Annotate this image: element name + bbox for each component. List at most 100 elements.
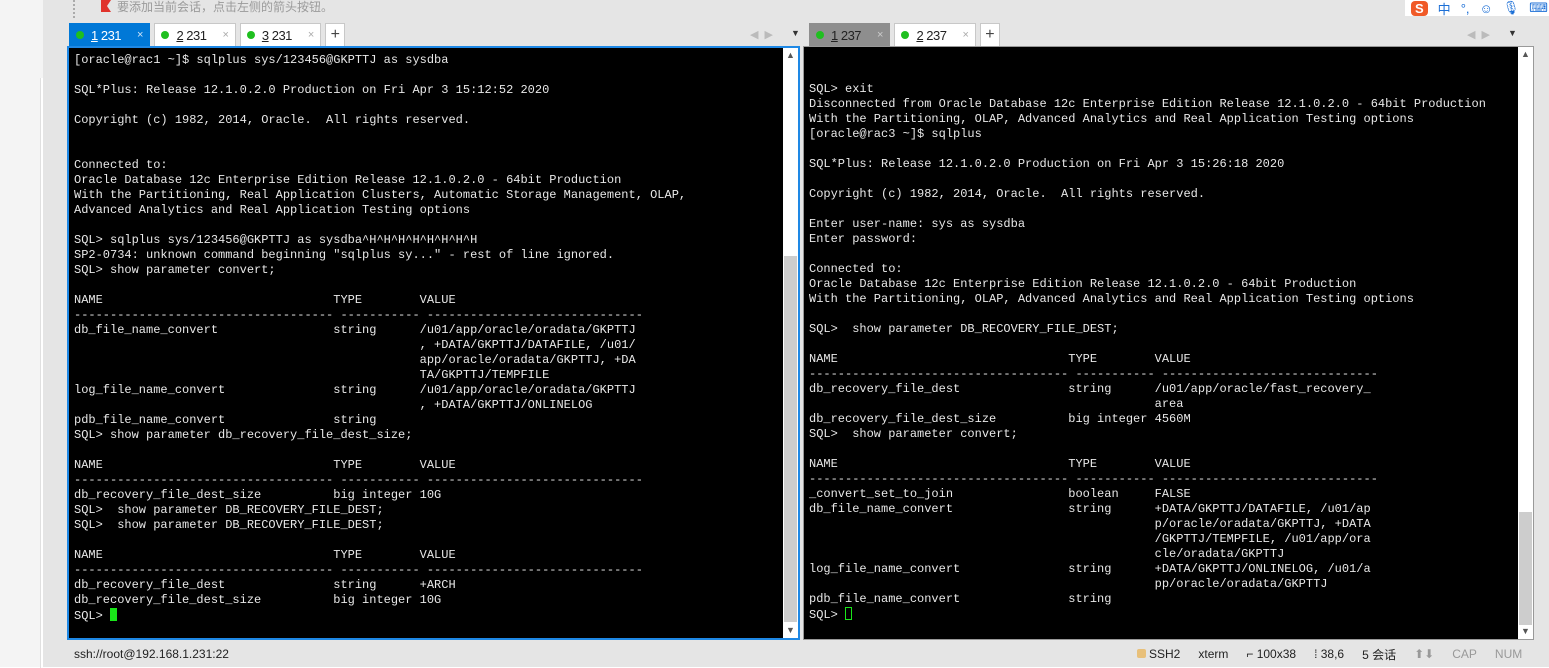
lock-icon bbox=[1137, 649, 1146, 658]
terminal-line: db_file_name_convert string /u01/app/ora… bbox=[74, 323, 636, 337]
left-terminal-pane[interactable]: [oracle@rac1 ~]$ sqlplus sys/123456@GKPT… bbox=[67, 46, 800, 640]
caps-lock-indicator: CAP bbox=[1452, 647, 1477, 661]
connected-status-icon bbox=[816, 31, 824, 39]
session-hint-text: 要添加当前会话，点击左侧的箭头按钮。 bbox=[117, 0, 334, 14]
sogou-logo: S bbox=[1411, 0, 1428, 16]
tab-session-3-231[interactable]: 3 231 × bbox=[239, 23, 322, 46]
tab-scroll-right-icon[interactable]: ▶ bbox=[764, 28, 772, 41]
cursor bbox=[845, 607, 853, 620]
terminal-line: Copyright (c) 1982, 2014, Oracle. All ri… bbox=[809, 187, 1206, 201]
terminal-line: ------------------------------------ ---… bbox=[809, 367, 1378, 381]
toolbar-grip bbox=[73, 0, 75, 18]
microphone-icon[interactable]: 🎙 bbox=[1503, 0, 1520, 16]
terminal-line: , +DATA/GKPTTJ/DATAFILE, /u01/ bbox=[74, 338, 636, 352]
terminal-size-label: 100x38 bbox=[1256, 647, 1297, 661]
terminal-line: app/oracle/oradata/GKPTTJ, +DA bbox=[74, 353, 636, 367]
left-tab-bar: 1 231 × 2 231 × 3 231 × + bbox=[69, 22, 346, 46]
terminal-line: db_recovery_file_dest_size big integer 4… bbox=[809, 412, 1191, 426]
terminal-line: NAME TYPE VALUE bbox=[809, 457, 1191, 471]
scroll-down-icon[interactable]: ▼ bbox=[1518, 624, 1533, 639]
terminal-line: log_file_name_convert string +DATA/GKPTT… bbox=[809, 562, 1371, 576]
terminal-line: SQL> sqlplus sys/123456@GKPTTJ as sysdba… bbox=[74, 233, 478, 247]
terminal-line: SQL> show parameter db_recovery_file_des… bbox=[74, 428, 413, 442]
terminal-line: /GKPTTJ/TEMPFILE, /u01/app/ora bbox=[809, 532, 1371, 546]
flag-icon bbox=[101, 0, 111, 12]
terminal-line: Oracle Database 12c Enterprise Edition R… bbox=[809, 277, 1357, 291]
terminal-line: Advanced Analytics and Real Application … bbox=[74, 203, 471, 217]
terminal-line: With the Partitioning, OLAP, Advanced An… bbox=[809, 292, 1414, 306]
terminal-line: ------------------------------------ ---… bbox=[809, 472, 1378, 486]
tab-list-dropdown-icon[interactable]: ▼ bbox=[791, 28, 800, 41]
terminal-output[interactable]: [oracle@rac1 ~]$ sqlplus sys/123456@GKPT… bbox=[74, 53, 686, 623]
tab-session-1-231[interactable]: 1 231 × bbox=[69, 23, 151, 46]
ime-mode[interactable]: 中 bbox=[1438, 0, 1451, 18]
add-tab-button[interactable]: + bbox=[979, 23, 1000, 46]
terminal-line: [oracle@rac3 ~]$ sqlplus bbox=[809, 127, 982, 141]
close-icon[interactable]: × bbox=[962, 29, 968, 41]
scrollbar-thumb[interactable] bbox=[784, 256, 797, 622]
terminal-line: SP2-0734: unknown command beginning "sql… bbox=[74, 248, 615, 262]
cursor-position: ⁞ 38,6 bbox=[1314, 647, 1344, 661]
terminal-line: pp/oracle/oradata/GKPTTJ bbox=[809, 577, 1328, 591]
terminal-line: ------------------------------------ ---… bbox=[74, 473, 643, 487]
cursor-pos-label: 38,6 bbox=[1320, 647, 1345, 661]
emoji-icon[interactable]: ☺ bbox=[1480, 1, 1493, 16]
tab-session-1-237[interactable]: 1 237 × bbox=[809, 23, 891, 46]
scroll-up-icon[interactable]: ▲ bbox=[1518, 47, 1533, 62]
terminal-line: SQL> show parameter convert; bbox=[74, 263, 276, 277]
background-page bbox=[0, 0, 43, 667]
left-scrollbar[interactable]: ▲ ▼ bbox=[783, 48, 798, 638]
ime-toolbar[interactable]: S 中 °, ☺ 🎙 ⌨ bbox=[1405, 0, 1549, 18]
terminal-line: db_recovery_file_dest string +ARCH bbox=[74, 578, 456, 592]
num-lock-indicator: NUM bbox=[1494, 647, 1523, 661]
arrow-up-down-icon[interactable]: ⬆⬇ bbox=[1414, 647, 1434, 661]
tab-label: 231 bbox=[183, 27, 207, 43]
terminal-line: NAME TYPE VALUE bbox=[74, 548, 456, 562]
tab-scroll-left-icon[interactable]: ◀ bbox=[750, 28, 758, 41]
prompt-line[interactable]: SQL> bbox=[809, 607, 1486, 622]
terminal-line: SQL> show parameter DB_RECOVERY_FILE_DES… bbox=[74, 518, 384, 532]
terminal-size: ⌐ 100x38 bbox=[1246, 647, 1296, 661]
tab-scroll-right-icon[interactable]: ▶ bbox=[1481, 28, 1489, 41]
terminal-line: NAME TYPE VALUE bbox=[809, 352, 1191, 366]
tab-scroll-left-icon[interactable]: ◀ bbox=[1467, 28, 1475, 41]
terminal-line: _convert_set_to_join boolean FALSE bbox=[809, 487, 1191, 501]
terminal-line: Copyright (c) 1982, 2014, Oracle. All ri… bbox=[74, 113, 471, 127]
tab-number: 1 bbox=[91, 27, 98, 43]
tab-number: 1 bbox=[831, 27, 838, 43]
terminal-line: NAME TYPE VALUE bbox=[74, 293, 456, 307]
terminal-output[interactable]: SQL> exit Disconnected from Oracle Databa… bbox=[809, 52, 1486, 622]
tab-session-2-237[interactable]: 2 237 × bbox=[894, 23, 976, 46]
close-icon[interactable]: × bbox=[137, 29, 143, 41]
close-icon[interactable]: × bbox=[308, 29, 314, 41]
scrollbar-thumb[interactable] bbox=[1519, 512, 1532, 625]
tab-list-dropdown-icon[interactable]: ▼ bbox=[1508, 28, 1517, 41]
connected-status-icon bbox=[246, 31, 255, 39]
scroll-down-icon[interactable]: ▼ bbox=[783, 623, 798, 638]
resize-icon: ⌐ bbox=[1246, 647, 1257, 661]
add-tab-button[interactable]: + bbox=[325, 23, 346, 46]
right-scrollbar[interactable]: ▲ ▼ bbox=[1518, 47, 1533, 639]
close-icon[interactable]: × bbox=[222, 29, 228, 41]
terminal-line: With the Partitioning, OLAP, Advanced An… bbox=[809, 112, 1414, 126]
session-hint-bar: 要添加当前会话，点击左侧的箭头按钮。 bbox=[101, 0, 333, 18]
terminal-line: cle/oradata/GKPTTJ bbox=[809, 547, 1285, 561]
tab-label: 237 bbox=[923, 27, 947, 43]
prompt-line[interactable]: SQL> bbox=[74, 608, 686, 623]
ime-punct[interactable]: °, bbox=[1461, 1, 1470, 16]
keyboard-icon[interactable]: ⌨ bbox=[1529, 0, 1548, 16]
right-terminal-pane[interactable]: SQL> exit Disconnected from Oracle Databa… bbox=[803, 46, 1534, 640]
terminal-line: Enter user-name: sys as sysdba bbox=[809, 217, 1026, 231]
terminal-line: SQL*Plus: Release 12.1.0.2.0 Production … bbox=[74, 83, 550, 97]
terminal-line: SQL> show parameter convert; bbox=[809, 427, 1018, 441]
scroll-up-icon[interactable]: ▲ bbox=[783, 48, 798, 63]
tab-session-2-231[interactable]: 2 231 × bbox=[154, 23, 236, 46]
protocol-label: SSH2 bbox=[1149, 647, 1181, 661]
close-icon[interactable]: × bbox=[877, 29, 883, 41]
